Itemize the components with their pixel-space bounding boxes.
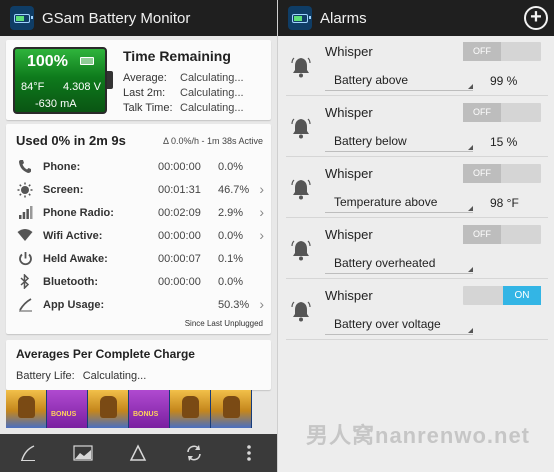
alarm-condition-select[interactable]: Battery overheated — [325, 256, 473, 274]
battery-temperature: 84°F — [21, 81, 45, 93]
alarm-name: Whisper — [325, 105, 373, 120]
chevron-right-icon[interactable]: › — [259, 204, 264, 220]
alarms-screen: Alarms + Whisper OFF Battery above 99 % … — [277, 0, 554, 472]
alarm-name: Whisper — [325, 227, 373, 242]
dropdown-triangle-icon — [468, 145, 473, 150]
alarm-condition-select[interactable]: Battery over voltage — [325, 317, 473, 335]
dropdown-triangle-icon — [468, 267, 473, 272]
wifi-icon — [16, 228, 34, 244]
app-logo-icon[interactable] — [288, 6, 312, 30]
gsam-battery-monitor-screen: GSam Battery Monitor 100% 84°F 4.308 V -… — [0, 0, 277, 472]
delta-icon[interactable] — [123, 438, 153, 468]
signal-bars-icon — [16, 205, 34, 221]
overflow-menu-icon[interactable] — [234, 438, 264, 468]
phone-icon — [16, 159, 34, 175]
alarms-title: Alarms — [320, 9, 367, 27]
usage-card: Used 0% in 2m 9s Δ 0.0%/h - 1m 38s Activ… — [6, 124, 271, 334]
alarm-toggle[interactable]: OFF — [463, 42, 541, 61]
mini-battery-icon — [80, 57, 94, 65]
ad-banner[interactable]: BONUS BONUS — [6, 390, 252, 428]
time-remaining-row: Average: Calculating... — [123, 72, 244, 84]
bell-icon — [290, 56, 312, 78]
app-usage-icon — [16, 297, 34, 313]
dropdown-triangle-icon — [468, 84, 473, 89]
alarm-threshold[interactable]: 15 % — [490, 135, 517, 149]
chart-icon[interactable] — [68, 438, 98, 468]
screen-brightness-icon — [16, 182, 34, 198]
usage-row-phone: Phone: 00:00:00 0.0% — [16, 158, 266, 178]
bottom-toolbar — [0, 434, 277, 472]
bell-icon — [290, 117, 312, 139]
battery-life-row: Battery Life: Calculating... — [16, 370, 147, 382]
right-action-bar: Alarms + — [278, 0, 554, 36]
ad-tile-bonus: BONUS — [129, 390, 170, 428]
usage-row-bluetooth: Bluetooth: 00:00:00 0.0% — [16, 273, 266, 293]
alarm-condition-select[interactable]: Battery below — [325, 134, 473, 152]
alarm-toggle[interactable]: OFF — [463, 225, 541, 244]
alarm-item[interactable]: Whisper ON Battery over voltage — [286, 282, 548, 340]
graph-icon[interactable] — [13, 438, 43, 468]
bell-icon — [290, 178, 312, 200]
alarm-condition-select[interactable]: Battery above — [325, 73, 473, 91]
alarm-item[interactable]: Whisper OFF Battery overheated — [286, 221, 548, 279]
usage-row-phone-radio[interactable]: Phone Radio: 00:02:09 2.9% › — [16, 204, 266, 224]
chevron-right-icon[interactable]: › — [259, 227, 264, 243]
usage-row-screen[interactable]: Screen: 00:01:31 46.7% › — [16, 181, 266, 201]
alarm-threshold[interactable]: 98 °F — [490, 196, 519, 210]
usage-row-app-usage[interactable]: App Usage: 50.3% › — [16, 296, 266, 316]
bluetooth-icon — [16, 273, 34, 290]
alarm-name: Whisper — [325, 288, 373, 303]
bell-icon — [290, 239, 312, 261]
power-icon — [16, 251, 34, 267]
bell-icon — [290, 300, 312, 322]
ad-tile-pharaoh — [88, 390, 129, 428]
usage-subheader: Δ 0.0%/h - 1m 38s Active — [162, 136, 263, 146]
battery-percent: 100% — [27, 53, 68, 70]
time-remaining-row: Talk Time: Calculating... — [123, 102, 244, 114]
usage-header: Used 0% in 2m 9s — [16, 133, 126, 148]
alarm-item[interactable]: Whisper OFF Battery below 15 % — [286, 99, 548, 157]
alarm-toggle[interactable]: OFF — [463, 164, 541, 183]
dropdown-triangle-icon — [468, 206, 473, 211]
usage-row-wifi[interactable]: Wifi Active: 00:00:00 0.0% › — [16, 227, 266, 247]
chevron-right-icon[interactable]: › — [259, 296, 264, 312]
since-last-unplugged: Since Last Unplugged — [184, 319, 263, 328]
alarm-toggle[interactable]: OFF — [463, 103, 541, 122]
app-title: GSam Battery Monitor — [42, 9, 191, 27]
averages-title: Averages Per Complete Charge — [16, 347, 195, 361]
refresh-icon[interactable] — [179, 438, 209, 468]
app-logo-icon[interactable] — [10, 6, 34, 30]
battery-graphic: 100% 84°F 4.308 V -630 mA — [13, 47, 113, 114]
usage-row-held-awake: Held Awake: 00:00:07 0.1% — [16, 250, 266, 270]
alarm-name: Whisper — [325, 44, 373, 59]
left-action-bar: GSam Battery Monitor — [0, 0, 277, 36]
time-remaining-row: Last 2m: Calculating... — [123, 87, 244, 99]
alarm-toggle[interactable]: ON — [463, 286, 541, 305]
alarm-item[interactable]: Whisper OFF Temperature above 98 °F — [286, 160, 548, 218]
add-alarm-button[interactable]: + — [524, 6, 548, 30]
ad-tile-pharaoh — [6, 390, 47, 428]
battery-voltage: 4.308 V — [63, 81, 101, 93]
ad-tile-pharaoh — [170, 390, 211, 428]
ad-tile-bonus: BONUS — [47, 390, 88, 428]
dropdown-triangle-icon — [468, 328, 473, 333]
averages-card: Averages Per Complete Charge Battery Lif… — [6, 340, 271, 390]
alarm-item[interactable]: Whisper OFF Battery above 99 % — [286, 38, 548, 96]
time-remaining-title: Time Remaining — [123, 48, 231, 64]
alarm-threshold[interactable]: 99 % — [490, 74, 517, 88]
battery-current: -630 mA — [35, 98, 77, 110]
chevron-right-icon[interactable]: › — [259, 181, 264, 197]
watermark: 男人窝nanrenwo.net — [306, 423, 531, 448]
alarm-name: Whisper — [325, 166, 373, 181]
ad-tile-pharaoh — [211, 390, 252, 428]
battery-status-card: 100% 84°F 4.308 V -630 mA Time Remaining… — [6, 40, 271, 120]
alarm-condition-select[interactable]: Temperature above — [325, 195, 473, 213]
